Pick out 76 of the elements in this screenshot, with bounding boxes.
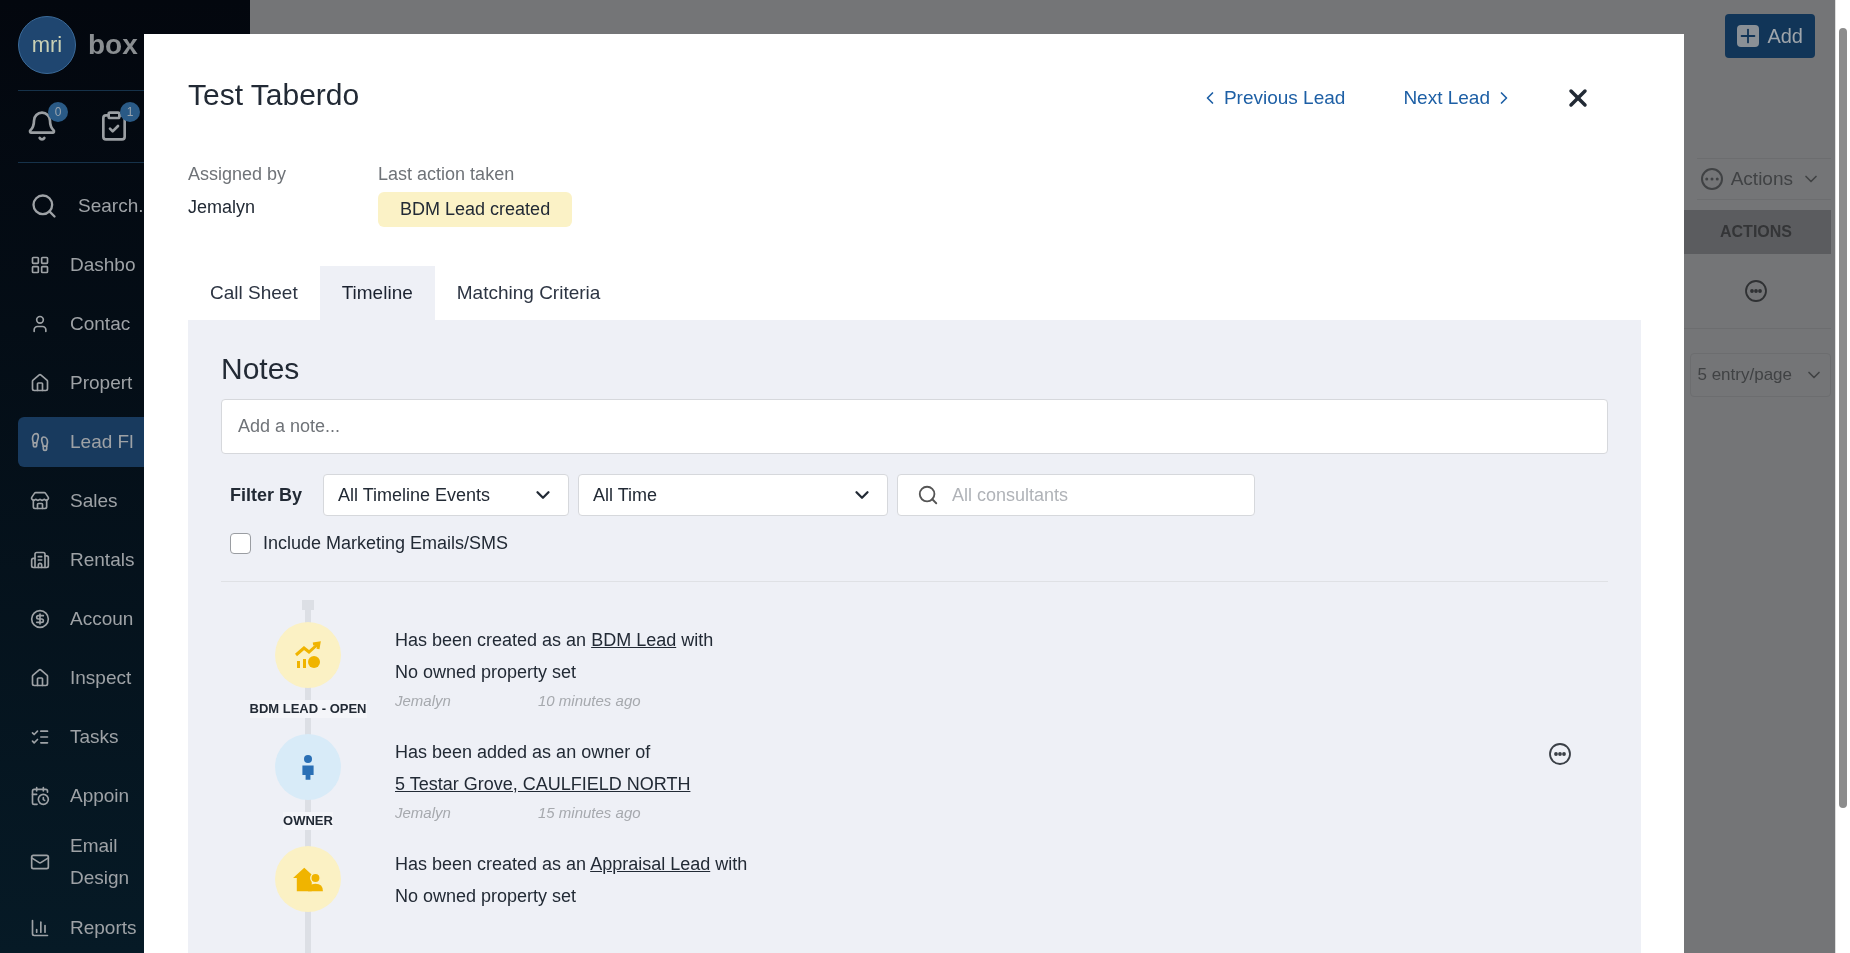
nav-item[interactable]: Tasks — [18, 712, 232, 762]
checkbox-label: Include Marketing Emails/SMS — [263, 532, 509, 555]
nav-label: Tasks — [70, 725, 120, 749]
next-lead-link[interactable]: Next Lead — [1403, 84, 1514, 113]
count-badge: 0 — [48, 102, 68, 123]
brand-name: box — [88, 28, 138, 62]
note-field[interactable]: Add a note... — [221, 399, 1608, 454]
checkbox[interactable] — [230, 533, 251, 554]
nav-item[interactable]: Rentals — [18, 535, 232, 585]
event-type-label: OWNER — [283, 812, 333, 830]
storefront-icon — [30, 491, 50, 511]
notes-heading: Notes — [221, 351, 301, 387]
event-text: Has been added as an owner of — [395, 741, 652, 764]
nav-item[interactable]: Accoun — [18, 594, 232, 644]
status-tag: BDM Lead created — [378, 192, 573, 227]
event-type-label: BDM LEAD - OPEN — [249, 700, 367, 718]
nav-label: Accoun — [70, 607, 135, 631]
nav-label: Appoin — [70, 784, 131, 808]
event-link[interactable]: 5 Testar Grove, CAULFIELD NORTH — [395, 774, 691, 794]
event-time: 15 minutes ago — [538, 803, 641, 823]
nav-label: Contac — [70, 312, 132, 336]
assigned-by-label: Assigned by — [188, 163, 287, 186]
count-badge: 1 — [120, 102, 140, 123]
event-link[interactable]: BDM Lead — [591, 630, 677, 650]
logo: mri — [18, 16, 76, 74]
event-text: No owned property set — [395, 661, 578, 684]
person-icon — [300, 753, 316, 781]
consultant-search-field[interactable]: All consultants — [897, 474, 1256, 516]
nav-label: Dashbo — [70, 253, 137, 277]
event-time: 10 minutes ago — [538, 691, 641, 711]
grid-icon — [30, 255, 50, 275]
filter-label: Filter By — [230, 483, 303, 507]
person-icon — [30, 314, 50, 334]
nav-item[interactable]: Sales — [18, 476, 232, 526]
chart-icon — [292, 639, 324, 671]
event-text: Has been created as an Appraisal Lead with — [395, 853, 749, 876]
more-icon — [1700, 168, 1723, 190]
nav-label: Propert — [70, 371, 134, 395]
nav-label: Email Design — [70, 834, 131, 890]
calendar-icon — [30, 786, 50, 806]
time-filter-dropdown[interactable]: All Time — [578, 474, 889, 516]
mail-icon — [30, 852, 50, 872]
plus-icon — [1737, 25, 1760, 47]
nav-label: Rentals — [70, 548, 136, 572]
bar-chart-icon — [30, 918, 50, 938]
event-text: Has been created as an BDM Lead with — [395, 629, 715, 652]
event-link[interactable]: Appraisal Lead — [590, 854, 711, 874]
last-action-label: Last action taken — [378, 163, 516, 186]
event-author: Jemalyn — [395, 691, 452, 711]
more-icon[interactable] — [1548, 742, 1572, 766]
previous-lead-link[interactable]: Previous Lead — [1199, 84, 1346, 113]
nav-label: Sales — [70, 489, 119, 513]
nav-item[interactable]: Reports — [18, 903, 232, 953]
search-icon — [917, 484, 940, 506]
event-filter-dropdown[interactable]: All Timeline Events — [323, 474, 570, 516]
tab[interactable]: Timeline — [319, 266, 435, 320]
footprints-icon — [30, 432, 50, 452]
dollar-icon — [30, 609, 50, 629]
nav-label: Inspect — [70, 666, 133, 690]
event-text: No owned property set — [395, 885, 578, 908]
dialog-title: Test Taberdo — [188, 77, 360, 113]
nav-label: Search. — [78, 194, 145, 218]
nav-label: Reports — [70, 916, 138, 940]
event-author: Jemalyn — [395, 803, 452, 823]
assigned-by-value: Jemalyn — [188, 196, 257, 219]
nav-label: Lead Fl — [70, 430, 135, 454]
house-person-icon — [291, 865, 325, 893]
house-icon — [30, 373, 50, 393]
checklist-icon — [30, 727, 50, 747]
nav-item[interactable]: Inspect — [18, 653, 232, 703]
nav-item[interactable]: Appoin — [18, 771, 232, 821]
add-button[interactable]: Add — [1725, 14, 1815, 58]
nav-item[interactable]: Email Design — [18, 830, 232, 894]
building-icon — [30, 550, 50, 570]
search-icon — [30, 192, 58, 220]
house-icon — [30, 668, 50, 688]
